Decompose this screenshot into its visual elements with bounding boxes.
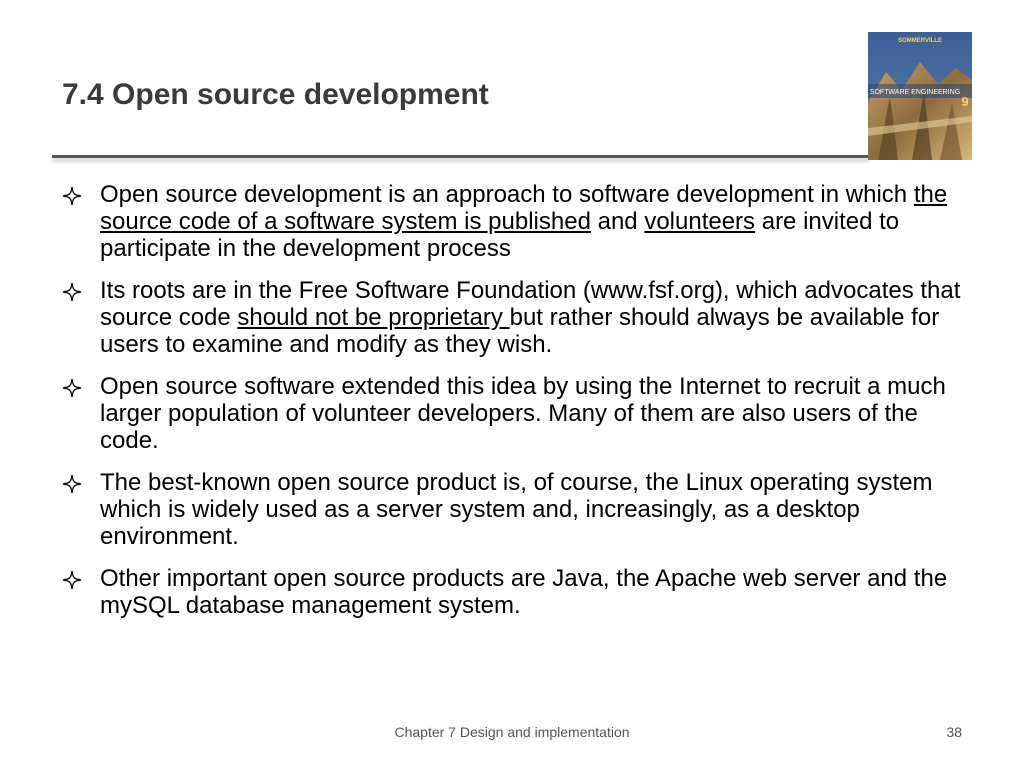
underlined-text: should not be proprietary <box>237 304 510 331</box>
four-point-star-icon <box>62 378 82 398</box>
bullet-item: Open source development is an approach t… <box>62 181 962 262</box>
book-cover-author: SOMMERVILLE <box>898 38 942 44</box>
four-point-star-icon <box>62 570 82 590</box>
title-divider <box>52 155 870 158</box>
book-cover-edition: 9 <box>961 94 968 109</box>
underlined-text: volunteers <box>644 208 756 235</box>
footer-chapter-title: Chapter 7 Design and implementation <box>394 724 630 740</box>
bullet-item: The best-known open source product is, o… <box>62 469 962 550</box>
bullet-item: Other important open source products are… <box>62 565 962 619</box>
bullet-list: Open source development is an approach t… <box>62 181 962 634</box>
bullet-text: Open source software extended this idea … <box>100 373 946 454</box>
four-point-star-icon <box>62 474 82 494</box>
page-number: 38 <box>946 724 962 740</box>
bullet-text: Open source development is an approach t… <box>100 181 914 208</box>
book-cover-title: SOFTWARE ENGINEERING <box>870 89 960 96</box>
bullet-text: and <box>590 208 645 235</box>
bullet-text: The best-known open source product is, o… <box>100 469 933 550</box>
bullet-text: Other important open source products are… <box>100 565 948 619</box>
four-point-star-icon <box>62 186 82 206</box>
bullet-item: Open source software extended this idea … <box>62 373 962 454</box>
book-cover-image: SOMMERVILLE SOFTWARE ENGINEERING 9 <box>868 32 972 160</box>
four-point-star-icon <box>62 282 82 302</box>
bullet-item: Its roots are in the Free Software Found… <box>62 277 962 358</box>
slide-title: 7.4 Open source development <box>62 78 489 111</box>
